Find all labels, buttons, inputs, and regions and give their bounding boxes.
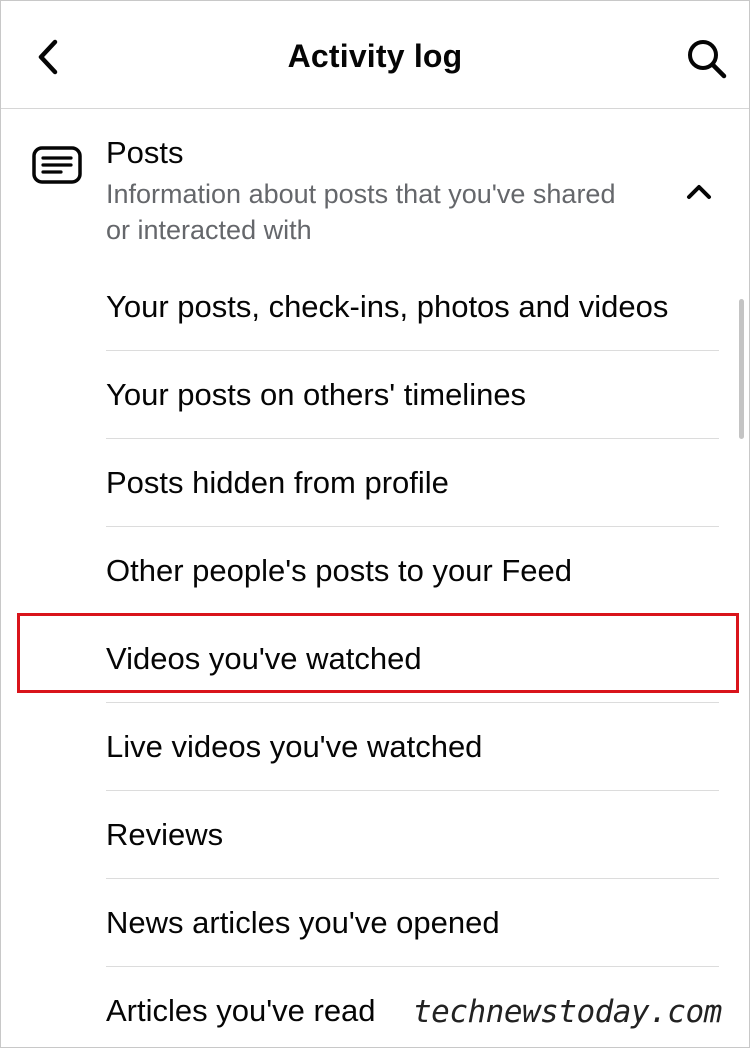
menu-item-videos-watched[interactable]: Videos you've watched <box>106 615 719 703</box>
scrollbar[interactable] <box>739 299 744 439</box>
collapse-button[interactable] <box>683 175 715 207</box>
posts-section-header[interactable]: Posts Information about posts that you'v… <box>1 109 749 259</box>
menu-item-your-posts[interactable]: Your posts, check-ins, photos and videos <box>106 263 719 351</box>
chevron-up-icon <box>687 185 711 199</box>
posts-menu-list: Your posts, check-ins, photos and videos… <box>106 263 719 1055</box>
menu-item-news-articles-opened[interactable]: News articles you've opened <box>106 879 719 967</box>
watermark: technewstoday.com <box>409 994 728 1030</box>
top-bar: Activity log <box>1 1 749 109</box>
page-title: Activity log <box>287 38 463 74</box>
menu-item-posts-hidden-from-profile[interactable]: Posts hidden from profile <box>106 439 719 527</box>
menu-item-live-videos-watched[interactable]: Live videos you've watched <box>106 703 719 791</box>
menu-item-others-posts-to-feed[interactable]: Other people's posts to your Feed <box>106 527 719 615</box>
section-description: Information about posts that you've shar… <box>106 179 616 245</box>
search-button[interactable] <box>685 37 729 81</box>
search-icon <box>688 40 727 79</box>
posts-icon <box>32 146 82 184</box>
menu-item-reviews[interactable]: Reviews <box>106 791 719 879</box>
menu-item-posts-on-others-timelines[interactable]: Your posts on others' timelines <box>106 351 719 439</box>
section-title: Posts <box>106 135 184 170</box>
